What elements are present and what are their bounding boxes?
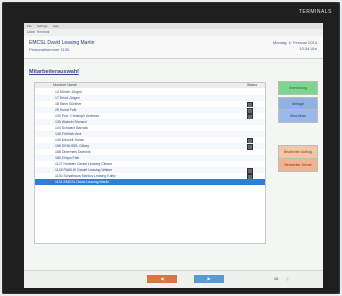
- app-screen: File Settings Help Datei Terminal EMCSL …: [24, 23, 323, 288]
- edit-order-button[interactable]: Bearbeiter Auftrag: [278, 145, 318, 159]
- current-date: Montag, 4. Februar 2013: [272, 40, 317, 45]
- monitor-bezel: TERMINALS File Settings Help Datei Termi…: [2, 2, 340, 294]
- employee-list[interactable]: Nummer Name Status 14 Münch Jürgen 17 Er…: [34, 82, 266, 244]
- login-button[interactable]: Anmeldung: [278, 81, 318, 95]
- bottom-bar: ◀ ▶ ⌨ ⓘ: [24, 270, 323, 288]
- user-header: EMCSL David Leasing Martin Personalnumme…: [24, 36, 323, 59]
- close-button[interactable]: Abschluss: [278, 109, 318, 123]
- col-name-header: Nummer Name: [53, 83, 77, 87]
- list-item-selected[interactable]: 1131 EMCSL David Leasing Martin: [35, 179, 265, 185]
- col-status-header: Status: [247, 83, 257, 87]
- page-title: Mitarbeiterauswahl: [29, 69, 79, 75]
- keyboard-icon: ⌨: [274, 277, 279, 281]
- list-header: Nummer Name Status: [35, 83, 265, 88]
- current-user: EMCSL David Leasing Martin: [29, 40, 95, 46]
- next-button[interactable]: ▶: [194, 275, 224, 283]
- edit-service-button[interactable]: Bearbeiter Dienst: [278, 158, 318, 172]
- brand-logo: TERMINALS: [298, 9, 332, 15]
- personnel-number: Personalnummer 1130: [29, 47, 70, 52]
- info-icon: ⓘ: [286, 277, 290, 281]
- prev-button[interactable]: ◀: [147, 275, 177, 283]
- current-time: 10:34 Uhr: [299, 46, 317, 51]
- window-title: Datei Terminal: [24, 29, 323, 36]
